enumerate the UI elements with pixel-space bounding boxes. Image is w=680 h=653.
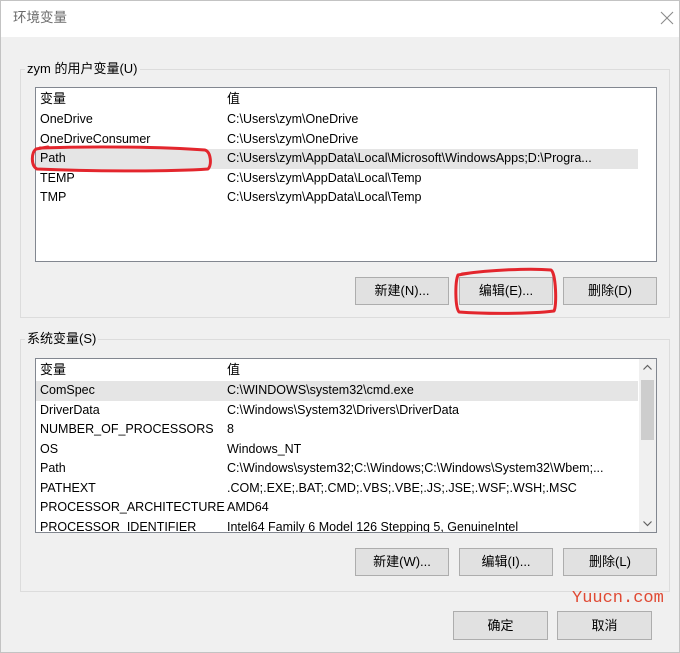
chevron-up-icon (643, 364, 652, 370)
list-row[interactable]: ComSpec C:\WINDOWS\system32\cmd.exe (36, 381, 638, 401)
variable-value: 8 (227, 422, 234, 436)
variable-value: .COM;.EXE;.BAT;.CMD;.VBS;.VBE;.JS;.JSE;.… (227, 480, 577, 495)
system-variables-group-label: 系统变量(S) (25, 331, 99, 347)
variable-name: PATHEXT (40, 480, 96, 495)
variable-name: TMP (40, 190, 67, 204)
variable-name: TEMP (40, 170, 75, 185)
title-bar[interactable] (1, 1, 679, 37)
system-variables-list[interactable]: 变量 值 ComSpec C:\WINDOWS\system32\cmd.exe… (35, 358, 657, 533)
variable-value: C:\WINDOWS\system32\cmd.exe (227, 383, 414, 397)
variable-name: OneDriveConsumer (40, 131, 151, 146)
variable-value: C:\Windows\system32;C:\Windows;C:\Window… (227, 461, 604, 475)
system-edit-button[interactable]: 编辑(I)... (459, 548, 553, 576)
list-header: 变量 值 (36, 359, 638, 381)
column-header-value[interactable]: 值 (227, 359, 240, 381)
system-delete-button[interactable]: 删除(L) (563, 548, 657, 576)
variable-name: ComSpec (40, 383, 95, 397)
variable-name: OS (40, 441, 59, 456)
variable-value: Windows_NT (227, 441, 302, 456)
list-row[interactable]: OneDrive C:\Users\zym\OneDrive (36, 110, 638, 130)
column-header-variable[interactable]: 变量 (40, 88, 66, 110)
close-icon (660, 11, 674, 25)
variable-name: Path (40, 151, 66, 165)
variable-value: Intel64 Family 6 Model 126 Stepping 5, G… (227, 519, 519, 533)
list-row[interactable]: OneDriveConsumer C:\Users\zym\OneDrive (36, 130, 638, 150)
close-button[interactable] (655, 6, 679, 30)
variable-name: PROCESSOR_IDENTIFIER (40, 519, 197, 533)
variable-name: Path (40, 461, 66, 475)
list-row[interactable]: TMP C:\Users\zym\AppData\Local\Temp (36, 188, 638, 208)
list-header: 变量 值 (36, 88, 638, 110)
variable-name: NUMBER_OF_PROCESSORS (40, 422, 214, 436)
user-delete-button[interactable]: 删除(D) (563, 277, 657, 305)
variable-value: C:\Windows\System32\Drivers\DriverData (227, 402, 459, 417)
variable-value: AMD64 (227, 500, 269, 514)
scroll-up-button[interactable] (639, 359, 656, 376)
watermark: Yuucn.com (572, 589, 664, 608)
variable-value: C:\Users\zym\AppData\Local\Temp (227, 170, 422, 185)
variable-value: C:\Users\zym\OneDrive (227, 112, 359, 126)
ok-button[interactable]: 确定 (453, 611, 548, 640)
list-row[interactable]: NUMBER_OF_PROCESSORS 8 (36, 420, 638, 440)
list-row[interactable]: PROCESSOR_IDENTIFIER Intel64 Family 6 Mo… (36, 518, 638, 533)
list-row[interactable]: PROCESSOR_ARCHITECTURE AMD64 (36, 498, 638, 518)
scrollbar-thumb[interactable] (641, 380, 654, 440)
column-header-variable[interactable]: 变量 (40, 359, 66, 381)
variable-value: C:\Users\zym\OneDrive (227, 131, 359, 146)
user-variables-group-label: zym 的用户变量(U) (25, 61, 140, 77)
chevron-down-icon (643, 521, 652, 527)
list-row[interactable]: DriverData C:\Windows\System32\Drivers\D… (36, 401, 638, 421)
system-new-button[interactable]: 新建(W)... (355, 548, 449, 576)
user-edit-button[interactable]: 编辑(E)... (459, 277, 553, 305)
list-row[interactable]: Path C:\Users\zym\AppData\Local\Microsof… (36, 149, 638, 169)
list-row[interactable]: OS Windows_NT (36, 440, 638, 460)
list-row[interactable]: TEMP C:\Users\zym\AppData\Local\Temp (36, 169, 638, 189)
variable-name: OneDrive (40, 112, 93, 126)
vertical-scrollbar[interactable] (639, 359, 656, 532)
user-new-button[interactable]: 新建(N)... (355, 277, 449, 305)
variable-value: C:\Users\zym\AppData\Local\Microsoft\Win… (227, 151, 592, 165)
list-row[interactable]: PATHEXT .COM;.EXE;.BAT;.CMD;.VBS;.VBE;.J… (36, 479, 638, 499)
window-title: 环境变量 (13, 10, 67, 25)
list-row[interactable]: Path C:\Windows\system32;C:\Windows;C:\W… (36, 459, 638, 479)
user-variables-list[interactable]: 变量 值 OneDrive C:\Users\zym\OneDrive OneD… (35, 87, 657, 262)
variable-value: C:\Users\zym\AppData\Local\Temp (227, 190, 422, 204)
column-header-value[interactable]: 值 (227, 88, 240, 110)
variable-name: PROCESSOR_ARCHITECTURE (40, 500, 225, 514)
scroll-down-button[interactable] (639, 515, 656, 532)
cancel-button[interactable]: 取消 (557, 611, 652, 640)
variable-name: DriverData (40, 402, 100, 417)
